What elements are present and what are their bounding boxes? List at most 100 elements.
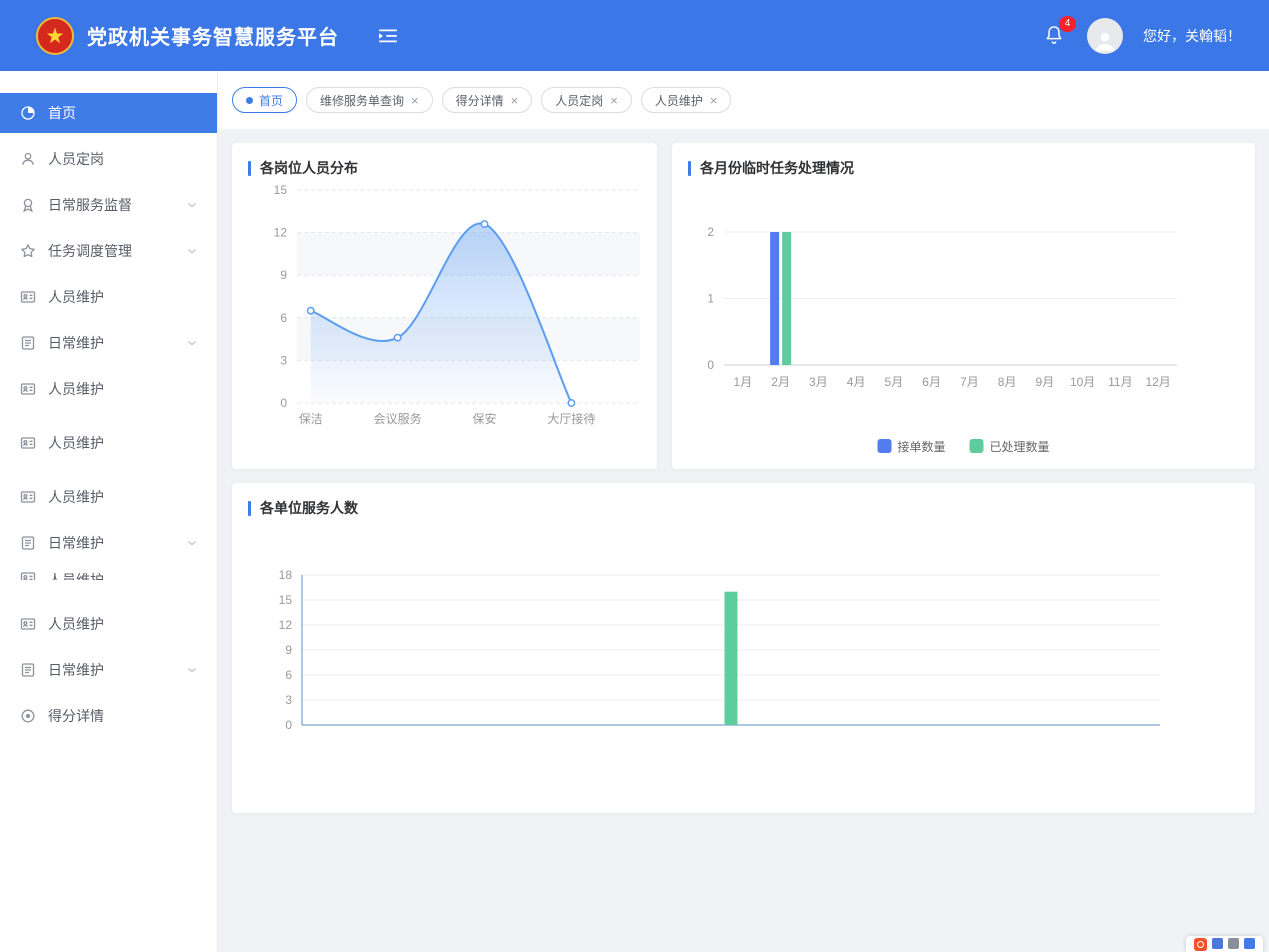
svg-text:8月: 8月 bbox=[998, 375, 1017, 389]
chevron-down-icon bbox=[185, 198, 199, 212]
svg-text:6月: 6月 bbox=[922, 375, 941, 389]
sidebar-item-3[interactable]: 任务调度管理 bbox=[0, 231, 217, 271]
card-title-text: 各单位服务人数 bbox=[260, 498, 358, 518]
sidebar-item-label: 任务调度管理 bbox=[48, 241, 132, 261]
sidebar-item-label: 人员维护 bbox=[48, 287, 104, 307]
sidebar-item-9[interactable]: 日常维护 bbox=[0, 523, 217, 563]
svg-text:15: 15 bbox=[274, 183, 288, 197]
close-icon[interactable]: × bbox=[610, 93, 618, 108]
card-monthly-tasks: 各月份临时任务处理情况 0121月2月3月4月5月6月7月8月9月10月11月1… bbox=[672, 143, 1255, 469]
svg-text:接单数量: 接单数量 bbox=[898, 439, 946, 454]
toolbar-icon[interactable] bbox=[1228, 938, 1239, 949]
tab-label: 得分详情 bbox=[456, 92, 504, 109]
svg-text:3月: 3月 bbox=[809, 375, 828, 389]
list-icon bbox=[20, 535, 36, 551]
star-icon bbox=[20, 243, 36, 259]
avatar[interactable] bbox=[1087, 18, 1123, 54]
sidebar-item-label: 日常维护 bbox=[48, 660, 104, 680]
svg-text:7月: 7月 bbox=[960, 375, 979, 389]
dashboard-icon bbox=[20, 105, 36, 121]
svg-text:18: 18 bbox=[279, 568, 293, 582]
svg-text:4月: 4月 bbox=[847, 375, 866, 389]
svg-text:3: 3 bbox=[285, 693, 292, 707]
svg-text:1月: 1月 bbox=[734, 375, 753, 389]
floating-toolbar[interactable] bbox=[1186, 936, 1263, 952]
chevron-down-icon bbox=[185, 536, 199, 550]
sidebar-item-6[interactable]: 人员维护 bbox=[0, 369, 217, 409]
main-area: 首页维修服务单查询×得分详情×人员定岗×人员维护× 各岗位人员分布 036912… bbox=[218, 71, 1269, 952]
notification-bell-icon[interactable]: 4 bbox=[1043, 23, 1067, 49]
sidebar-item-2[interactable]: 日常服务监督 bbox=[0, 185, 217, 225]
chevron-down-icon bbox=[185, 663, 199, 677]
svg-text:9: 9 bbox=[280, 268, 287, 282]
chevron-down-icon bbox=[185, 336, 199, 350]
target-icon bbox=[20, 708, 36, 724]
sidebar-item-label: 人员维护 bbox=[48, 487, 104, 507]
svg-text:12月: 12月 bbox=[1145, 375, 1170, 389]
svg-text:6: 6 bbox=[280, 311, 287, 325]
card-title: 各月份临时任务处理情况 bbox=[672, 143, 1255, 183]
card-title: 各单位服务人数 bbox=[232, 483, 1255, 523]
sidebar-item-10[interactable]: 人员维护 bbox=[0, 569, 217, 580]
chevron-down-icon bbox=[185, 244, 199, 258]
sidebar-item-4[interactable]: 人员维护 bbox=[0, 277, 217, 317]
close-icon[interactable]: × bbox=[511, 93, 519, 108]
sidebar-item-label: 人员维护 bbox=[48, 570, 104, 580]
close-icon[interactable]: × bbox=[411, 93, 419, 108]
tab-2[interactable]: 得分详情 × bbox=[442, 87, 533, 113]
svg-text:已处理数量: 已处理数量 bbox=[990, 439, 1050, 454]
card-unit-service: 各单位服务人数 0369121518 bbox=[232, 483, 1255, 813]
card-position-distribution: 各岗位人员分布 03691215保洁会议服务保安大厅接待 bbox=[232, 143, 657, 469]
sidebar-item-7[interactable]: 人员维护 bbox=[0, 423, 217, 463]
tab-label: 人员定岗 bbox=[555, 92, 603, 109]
app-title: 党政机关事务智慧服务平台 bbox=[87, 21, 339, 50]
tab-0[interactable]: 首页 bbox=[232, 87, 297, 113]
sidebar-item-13[interactable]: 得分详情 bbox=[0, 696, 217, 736]
sidebar-item-label: 人员定岗 bbox=[48, 149, 104, 169]
tab-3[interactable]: 人员定岗 × bbox=[541, 87, 632, 113]
idcard-icon bbox=[20, 381, 36, 397]
tab-label: 人员维护 bbox=[655, 92, 703, 109]
chart-monthly-tasks: 0121月2月3月4月5月6月7月8月9月10月11月12月接单数量已处理数量 bbox=[672, 183, 1255, 465]
card-title-text: 各月份临时任务处理情况 bbox=[700, 158, 854, 178]
toolbar-icon[interactable] bbox=[1212, 938, 1223, 949]
svg-text:2月: 2月 bbox=[771, 375, 790, 389]
sidebar-item-0[interactable]: 首页 bbox=[0, 93, 217, 133]
medal-icon bbox=[20, 197, 36, 213]
svg-text:10月: 10月 bbox=[1070, 375, 1095, 389]
tab-label: 首页 bbox=[259, 92, 283, 109]
screenshot-tool-icon[interactable] bbox=[1194, 938, 1207, 951]
notification-badge: 4 bbox=[1059, 16, 1076, 32]
svg-text:0: 0 bbox=[707, 358, 714, 372]
idcard-icon bbox=[20, 570, 36, 580]
active-tab-dot bbox=[246, 97, 253, 104]
idcard-icon bbox=[20, 289, 36, 305]
tab-4[interactable]: 人员维护 × bbox=[641, 87, 732, 113]
svg-text:5月: 5月 bbox=[885, 375, 904, 389]
svg-text:9月: 9月 bbox=[1036, 375, 1055, 389]
close-icon[interactable]: × bbox=[710, 93, 718, 108]
sidebar-item-label: 日常维护 bbox=[48, 333, 104, 353]
idcard-icon bbox=[20, 435, 36, 451]
svg-text:11月: 11月 bbox=[1108, 375, 1132, 389]
tab-label: 维修服务单查询 bbox=[320, 92, 404, 109]
user-greeting: 您好，关翰韬！ bbox=[1143, 26, 1241, 46]
title-accent-bar bbox=[248, 501, 251, 516]
sidebar-item-1[interactable]: 人员定岗 bbox=[0, 139, 217, 179]
svg-text:大厅接待: 大厅接待 bbox=[547, 411, 595, 426]
tab-1[interactable]: 维修服务单查询 × bbox=[306, 87, 433, 113]
sidebar-item-5[interactable]: 日常维护 bbox=[0, 323, 217, 363]
sidebar-collapse-icon[interactable] bbox=[377, 25, 399, 47]
sidebar-item-8[interactable]: 人员维护 bbox=[0, 477, 217, 517]
content: 各岗位人员分布 03691215保洁会议服务保安大厅接待 各月份临时任务处理情况… bbox=[218, 129, 1269, 952]
app-header: 党政机关事务智慧服务平台 4 您好，关翰韬！ bbox=[0, 0, 1269, 71]
sidebar-item-12[interactable]: 日常维护 bbox=[0, 650, 217, 690]
title-accent-bar bbox=[688, 161, 691, 176]
chart-unit-service: 0369121518 bbox=[232, 523, 1255, 809]
tabs-bar: 首页 维修服务单查询 × 得分详情 × 人员定岗 × 人员维护 × bbox=[218, 71, 1269, 129]
svg-text:保洁: 保洁 bbox=[299, 412, 323, 426]
sidebar-item-11[interactable]: 人员维护 bbox=[0, 604, 217, 644]
toolbar-icon[interactable] bbox=[1244, 938, 1255, 949]
svg-text:0: 0 bbox=[280, 396, 287, 410]
card-title: 各岗位人员分布 bbox=[232, 143, 657, 183]
